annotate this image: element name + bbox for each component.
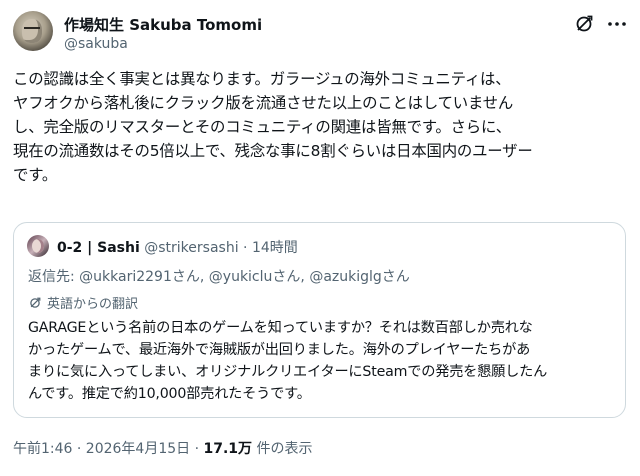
translate-icon [30,297,41,308]
quote-line: んです。推定で約10,000部売れたそうです。 [28,386,311,402]
more-icon[interactable] [606,13,628,35]
quote-line: GARAGEという名前の日本のゲームを知っていますか？それは数百部しか売れな [28,320,533,336]
quote-avatar-face [32,239,44,253]
quoted-tweet[interactable]: 0-2 | Sashi @strikersashi · 14時間 返信先: @u… [13,222,626,418]
quote-header: 0-2 | Sashi @strikersashi · 14時間 [57,237,298,257]
quote-display-name[interactable]: 0-2 | Sashi [57,240,140,256]
reply-mention[interactable]: @azukiglgさん [309,269,409,285]
views-label: 件の表示 [252,441,313,457]
quote-avatar[interactable] [27,235,49,257]
reply-mention[interactable]: @yukicluさん [209,269,301,285]
author-avatar[interactable] [13,11,53,51]
tweet-datetime[interactable]: 午前1:46 · 2026年4月15日 · [13,441,204,457]
views-count: 17.1万 [203,441,253,457]
tweet-line: この認識は全く事実とは異なります。ガラージュの海外コミュニティは、 [13,70,511,88]
tweet-line: し、完全版のリマスターとそのコミュニティの関連は皆無です。さらに、 [13,118,511,136]
quote-separator: · [243,240,248,256]
author-display-name[interactable]: 作場知生 Sakuba Tomomi [64,14,262,35]
tweet-text: この認識は全く事実とは異なります。ガラージュの海外コミュニティは、 ヤフオクから… [13,67,631,187]
translated-from-text: 英語からの翻訳 [47,297,139,312]
avatar-glasses [24,27,40,34]
reply-mention[interactable]: @ukkari2291さん [79,269,200,285]
quote-time[interactable]: 14時間 [252,240,298,256]
author-handle[interactable]: @sakuba [64,36,128,52]
quote-translated-label: 英語からの翻訳 [28,293,138,312]
quote-reply-to: 返信先: @ukkari2291さん, @yukicluさん, @azukigl… [28,269,410,285]
quote-line: まりに気に入ってしまい、オリジナルクリエイターにSteamでの発売を懇願したん [28,364,548,380]
tweet-line: です。 [13,166,58,184]
tweet-line: 現在の流通数はその5倍以上で、残念な事に8割ぐらいは日本国内のユーザー [13,142,533,160]
quote-line: かったゲームで、最近海外で海賊版が出回りました。海外のプレイヤーたちがあ [28,342,531,358]
quote-handle[interactable]: @strikersashi [144,240,238,256]
translate-icon[interactable] [573,13,595,35]
quote-text: GARAGEという名前の日本のゲームを知っていますか？それは数百部しか売れな か… [28,317,618,405]
tweet-meta: 午前1:46 · 2026年4月15日 · 17.1万 件の表示 [13,438,313,458]
tweet-line: ヤフオクから落札後にクラック版を流通させた以上のことはしていません [13,94,514,112]
reply-prefix: 返信先: [28,269,80,285]
